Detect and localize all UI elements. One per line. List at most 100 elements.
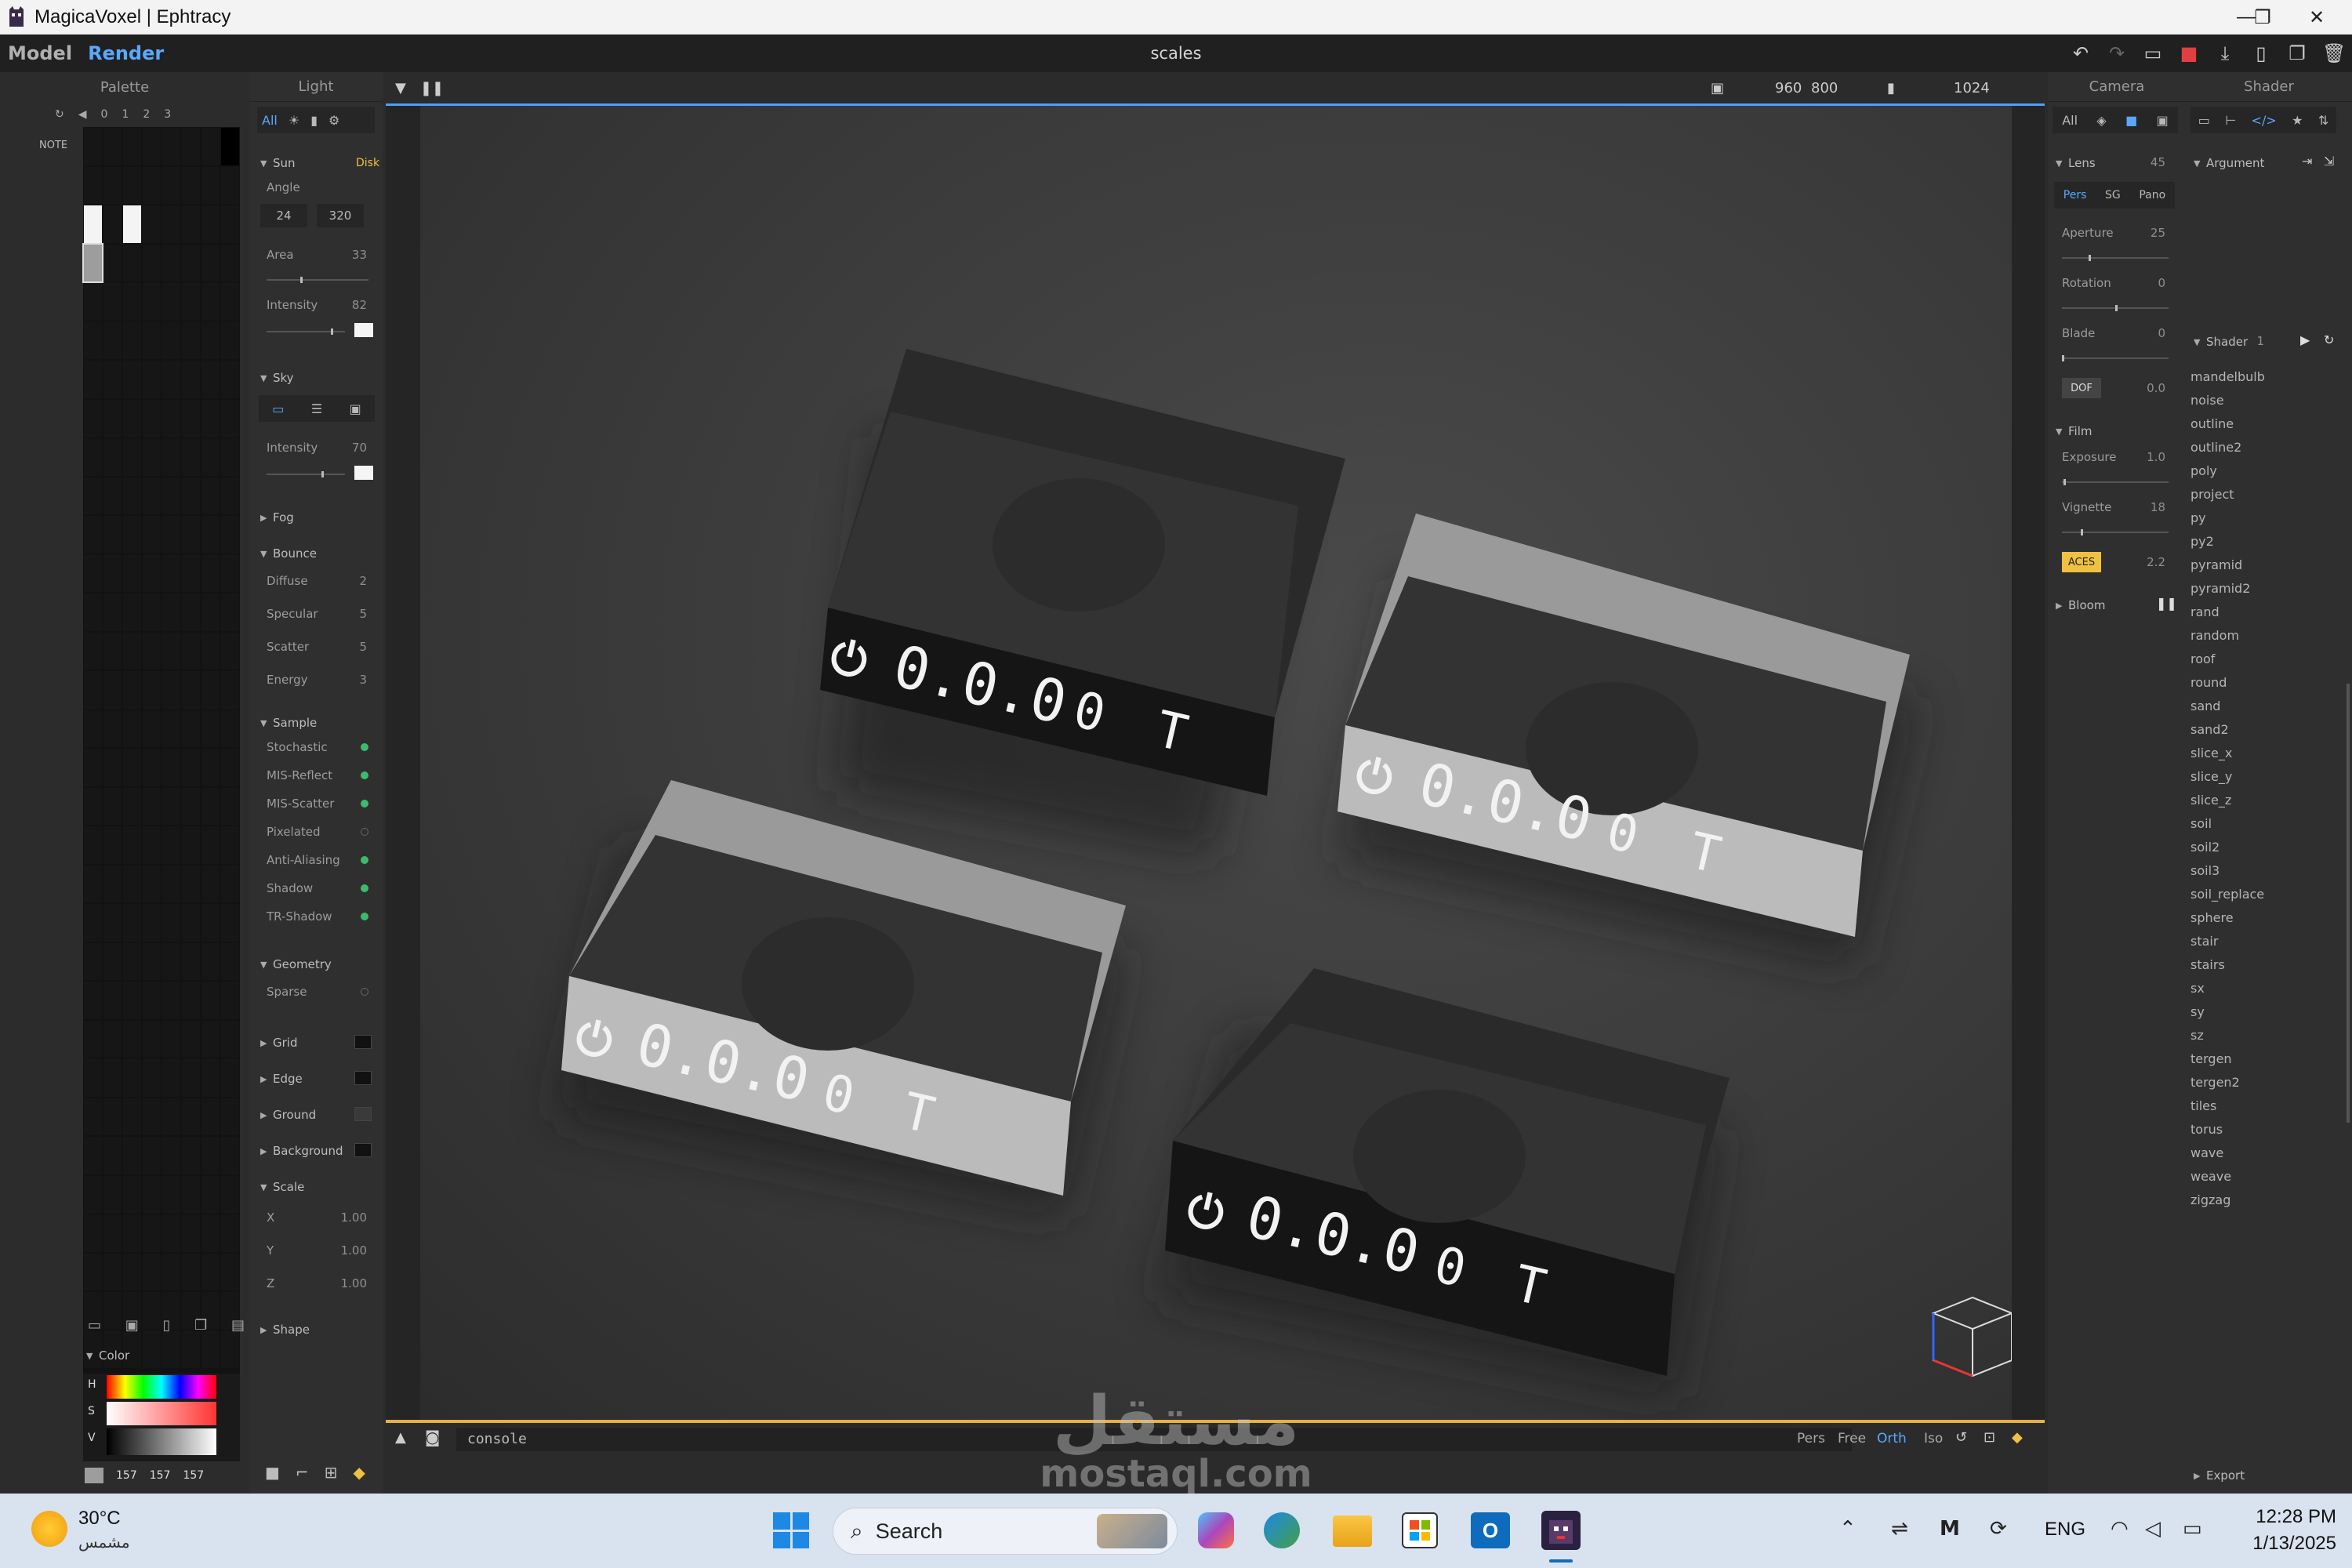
shader-list-item[interactable]: tergen <box>2190 1047 2316 1071</box>
palette-cell[interactable] <box>162 438 180 476</box>
palette-cell[interactable] <box>84 904 102 942</box>
palette-cell[interactable] <box>84 942 102 980</box>
edge-browser-icon[interactable] <box>1264 1512 1300 1548</box>
clock-time[interactable]: 12:28 PM <box>2219 1506 2336 1528</box>
sample-count[interactable]: 1024 <box>1954 80 1990 96</box>
diamond-icon[interactable]: ◆ <box>353 1463 365 1482</box>
palette-cell[interactable] <box>143 166 161 204</box>
volume-icon[interactable]: ◁ <box>2145 1517 2161 1541</box>
reset-icon[interactable]: ↻ <box>55 108 64 121</box>
logout-icon[interactable]: ⇲ <box>2324 154 2334 169</box>
palette-cell[interactable] <box>123 593 141 631</box>
shader-list-item[interactable]: project <box>2190 483 2316 506</box>
palette-cell[interactable] <box>162 1059 180 1097</box>
palette-cell[interactable] <box>162 787 180 825</box>
shader-list-item[interactable]: stair <box>2190 930 2316 953</box>
palette-cell[interactable] <box>221 1020 239 1058</box>
palette-cell[interactable] <box>84 710 102 747</box>
settings-toggle-icon[interactable]: ⇌ <box>1891 1517 1908 1541</box>
palette-cell[interactable] <box>84 749 102 786</box>
palette-cell[interactable] <box>84 321 102 359</box>
palette-cell[interactable] <box>162 1330 180 1368</box>
palette-cell[interactable] <box>123 438 141 476</box>
play-icon[interactable]: ▶ <box>2300 332 2310 347</box>
palette-cell[interactable] <box>162 205 180 243</box>
palette-cell[interactable] <box>84 787 102 825</box>
palette-cell[interactable] <box>182 671 200 709</box>
angle-b-input[interactable]: 320 <box>317 204 364 227</box>
palette-cell[interactable] <box>221 516 239 554</box>
palette-cell[interactable] <box>84 438 102 476</box>
shader-list-item[interactable]: py <box>2190 506 2316 530</box>
palette-cell[interactable] <box>201 865 220 902</box>
palette-cell[interactable] <box>162 1214 180 1252</box>
palette-cell[interactable] <box>123 826 141 864</box>
open-folder-icon[interactable]: ▭ <box>2142 42 2164 64</box>
palette-cell[interactable] <box>84 128 102 165</box>
rotation-value[interactable]: 0 <box>2134 276 2165 290</box>
palette-cell[interactable] <box>103 283 122 321</box>
mode-free[interactable]: Free <box>1838 1431 1866 1446</box>
palette-cell[interactable] <box>201 399 220 437</box>
palette-cell[interactable] <box>123 516 141 554</box>
palette-cell[interactable] <box>123 1059 141 1097</box>
palette-page-2[interactable]: 2 <box>143 108 150 121</box>
palette-cell[interactable] <box>123 671 141 709</box>
palette-cell[interactable] <box>84 554 102 592</box>
menu-model[interactable]: Model <box>0 42 80 64</box>
palette-cell[interactable] <box>123 361 141 398</box>
palette-cell[interactable] <box>201 982 220 1019</box>
argument-section[interactable]: ▼ Argument <box>2186 154 2264 172</box>
bloom-section[interactable]: ▶ Bloom <box>2048 596 2105 615</box>
scale-z-value[interactable]: 1.00 <box>320 1276 367 1290</box>
palette-cell[interactable] <box>201 1137 220 1174</box>
palette-cell[interactable] <box>103 942 122 980</box>
palette-cell[interactable] <box>201 904 220 942</box>
palette-cell[interactable] <box>143 128 161 165</box>
intensity-slider[interactable] <box>267 328 345 335</box>
palette-cell[interactable] <box>182 1098 200 1135</box>
open-palette-icon[interactable]: ▭ <box>88 1317 101 1334</box>
palette-cell[interactable] <box>123 904 141 942</box>
rotation-slider[interactable] <box>2062 305 2169 311</box>
palette-cell[interactable] <box>201 787 220 825</box>
shader-list-item[interactable]: tiles <box>2190 1094 2316 1118</box>
sample-option-toggle[interactable] <box>361 884 368 892</box>
shader-list-item[interactable]: torus <box>2190 1118 2316 1142</box>
palette-cell[interactable] <box>182 749 200 786</box>
shader-list-item[interactable]: slice_z <box>2190 789 2316 812</box>
palette-cell[interactable] <box>123 128 141 165</box>
bars-icon[interactable]: ▮ <box>310 113 318 128</box>
palette-cell[interactable] <box>201 283 220 321</box>
star-icon[interactable]: ★ <box>2292 113 2303 128</box>
palette-cell[interactable] <box>162 477 180 514</box>
palette-page-1[interactable]: 1 <box>122 108 129 121</box>
palette-cell[interactable] <box>162 1098 180 1135</box>
palette-cell[interactable] <box>201 361 220 398</box>
palette-cell-selected[interactable] <box>82 242 103 283</box>
palette-cell[interactable] <box>221 399 239 437</box>
palette-cell[interactable] <box>201 671 220 709</box>
sample-option-toggle[interactable] <box>361 771 368 779</box>
palette-cell[interactable] <box>143 671 161 709</box>
scale-section[interactable]: ▼ Scale <box>252 1178 304 1196</box>
palette-cell[interactable] <box>182 244 200 281</box>
palette-cell[interactable] <box>103 166 122 204</box>
palette-cell[interactable] <box>84 1214 102 1252</box>
palette-cell[interactable] <box>182 593 200 631</box>
sync-icon[interactable]: ⟳ <box>1990 1517 2007 1541</box>
square-icon[interactable]: ■ <box>265 1463 280 1482</box>
color-picker[interactable]: H S V <box>83 1374 240 1461</box>
lens-section[interactable]: ▼ Lens <box>2048 154 2096 172</box>
palette-cell[interactable] <box>221 632 239 670</box>
palette-cell[interactable] <box>143 632 161 670</box>
grid-icon[interactable]: ⊞ <box>325 1463 338 1482</box>
palette-cell[interactable] <box>143 205 161 243</box>
weather-temp[interactable]: 30°C <box>78 1508 121 1530</box>
palette-cell[interactable] <box>123 1098 141 1135</box>
start-icon[interactable] <box>773 1512 809 1548</box>
palette-cell[interactable] <box>221 283 239 321</box>
palette-cell[interactable] <box>143 321 161 359</box>
palette-cell[interactable] <box>221 205 239 243</box>
wifi-icon[interactable]: ◠ <box>2111 1517 2129 1541</box>
